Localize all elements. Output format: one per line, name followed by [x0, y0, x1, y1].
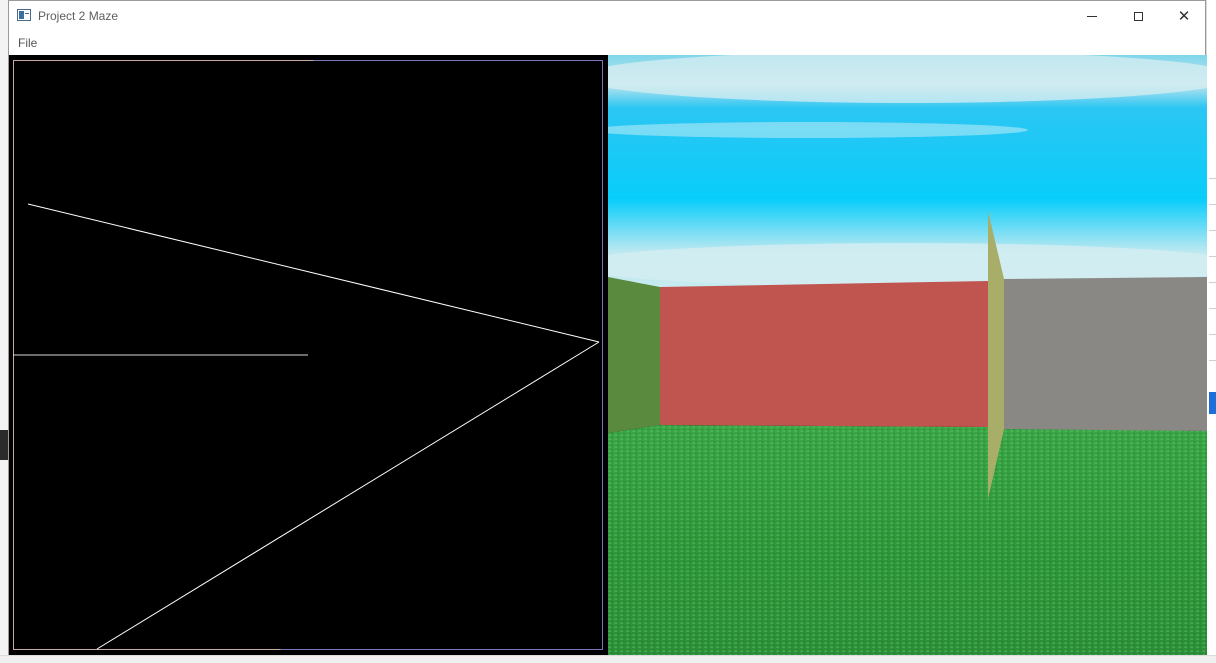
maximize-button[interactable] — [1115, 1, 1161, 31]
menu-bar: File — [9, 31, 1205, 55]
3d-maze-view[interactable] — [608, 55, 1207, 655]
minimize-button[interactable] — [1069, 1, 1115, 31]
view-frustum-left-line — [27, 203, 600, 343]
maximize-icon — [1133, 11, 1143, 21]
wall-green — [608, 277, 660, 433]
background-window-edge-right — [1206, 0, 1216, 662]
cloud-top — [608, 55, 1207, 103]
cloud-streak — [608, 122, 1028, 138]
app-window-icon — [17, 9, 31, 21]
scene-canvas — [608, 55, 1207, 655]
title-bar[interactable]: Project 2 Maze ✕ — [9, 1, 1205, 31]
window-title: Project 2 Maze — [38, 9, 119, 23]
grass-texture — [608, 425, 1207, 655]
map-canvas — [13, 60, 603, 650]
menu-file[interactable]: File — [16, 36, 39, 50]
wall-grey — [1003, 277, 1207, 431]
wall-red — [660, 281, 988, 427]
minimize-icon — [1087, 15, 1097, 17]
top-down-map[interactable] — [9, 55, 609, 655]
background-window-edge — [0, 430, 8, 460]
maze-window: Project 2 Maze ✕ File — [8, 0, 1207, 655]
content-area — [9, 55, 1207, 655]
view-frustum-right-line — [96, 341, 600, 650]
close-button[interactable]: ✕ — [1161, 1, 1207, 31]
close-icon: ✕ — [1177, 8, 1191, 25]
